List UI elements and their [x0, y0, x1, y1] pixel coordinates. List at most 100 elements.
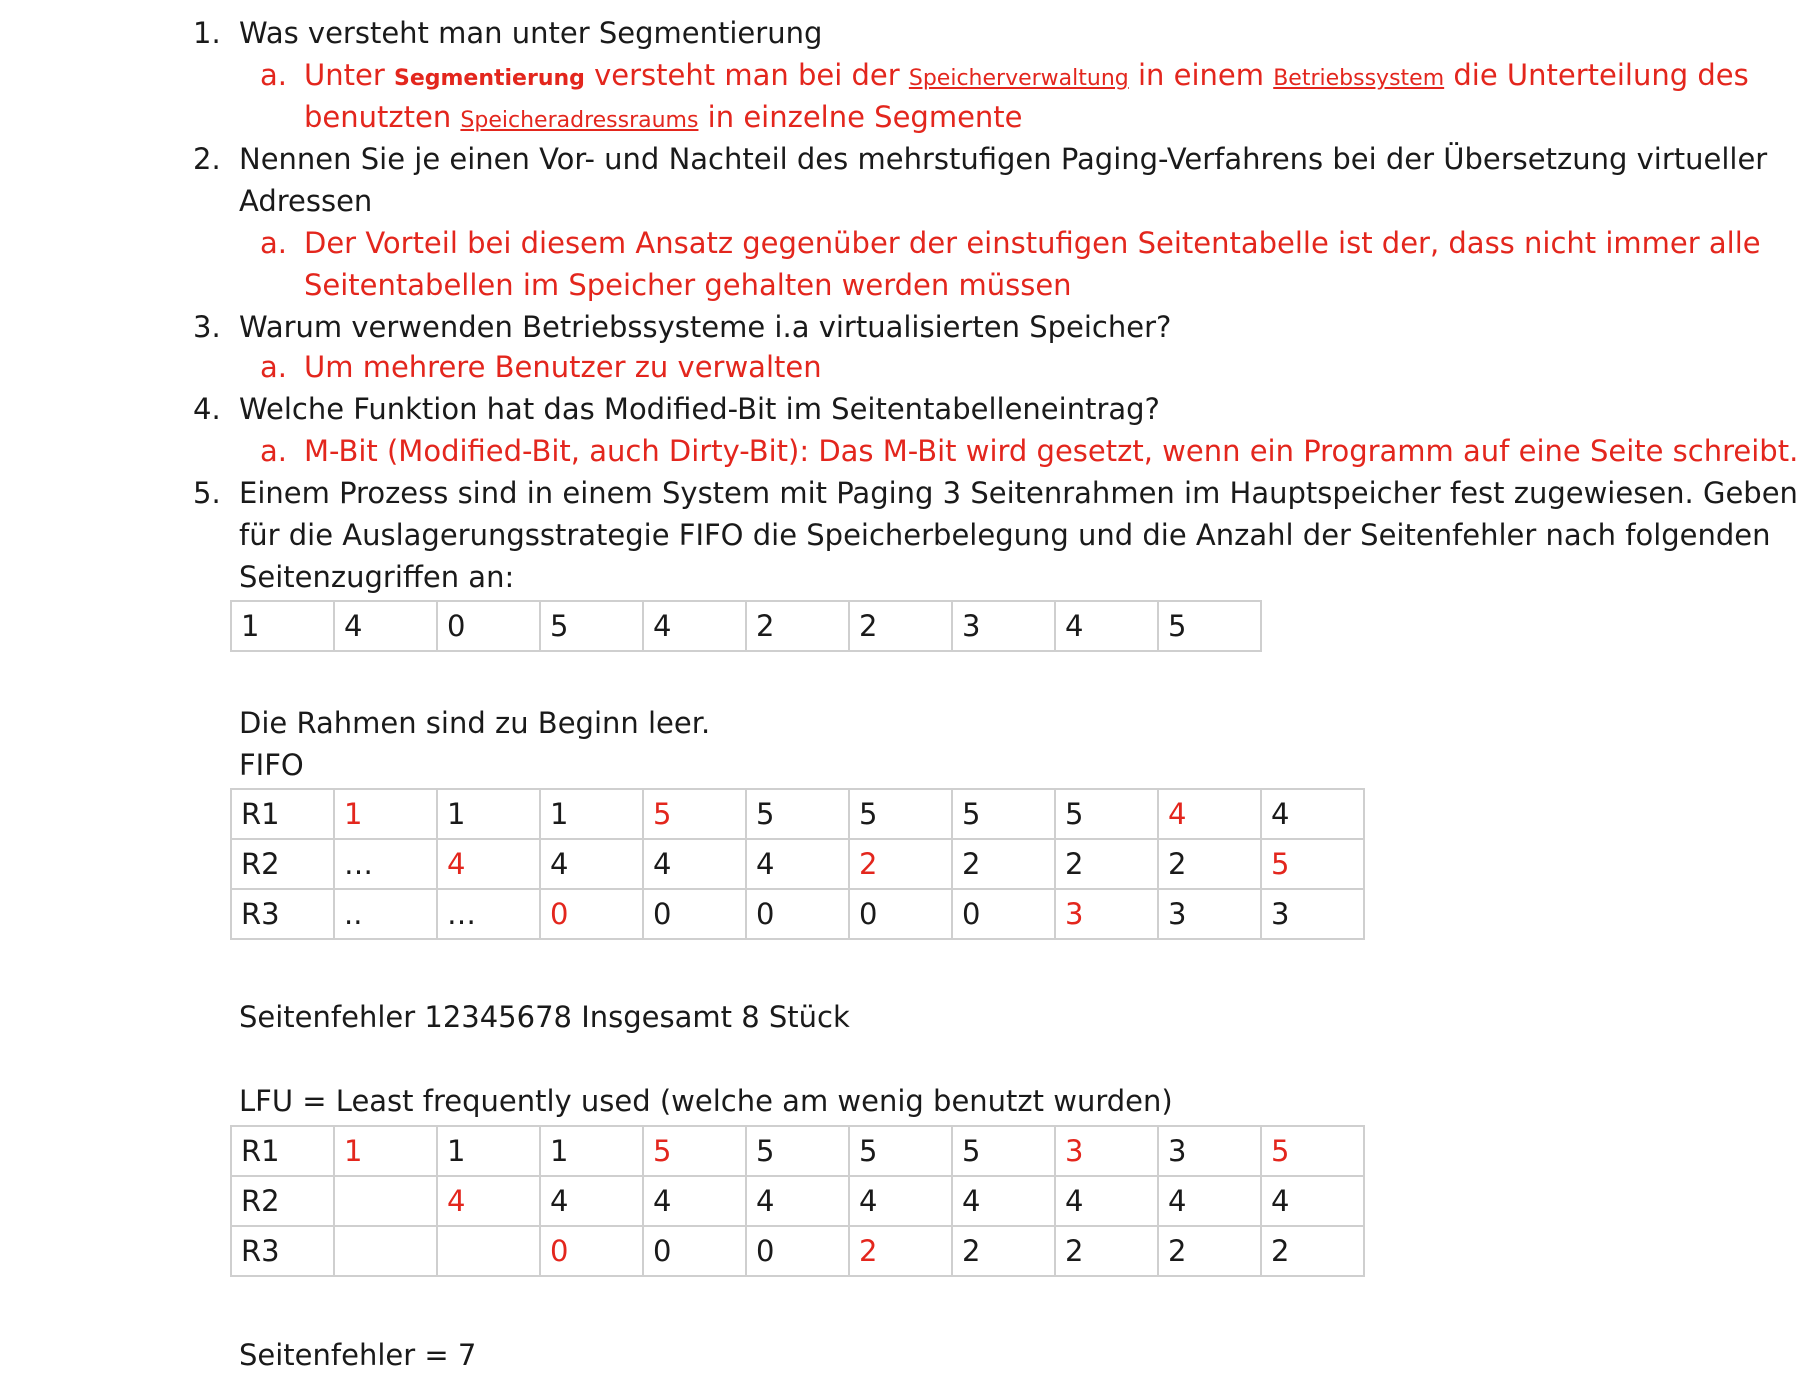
answer-line-2: Seitentabellen im Speicher gehalten werd… [304, 268, 1072, 302]
frame-row: R1 1 1 1 5 5 5 5 5 4 4 [230, 788, 1365, 840]
question-text-line-2: für die Auslagerungsstrategie FIFO die S… [239, 518, 1771, 552]
answer-text: die Unterteilung des [1444, 58, 1749, 92]
frame-cell: 3 [1054, 1125, 1159, 1177]
frame-cell: .. [333, 888, 438, 940]
access-sequence-cell: 5 [539, 600, 644, 652]
frame-cell: 2 [1054, 838, 1159, 890]
frame-cell: 2 [951, 1225, 1056, 1277]
frame-cell: … [436, 888, 541, 940]
question-number: 4. [193, 392, 221, 426]
question-text-line-1: Einem Prozess sind in einem System mit P… [239, 476, 1800, 510]
frame-cell: 2 [951, 838, 1056, 890]
access-sequence-row: 1405422345 [230, 600, 1262, 652]
frame-cell: 0 [642, 1225, 747, 1277]
frame-row: R3 0 0 0 2 2 2 2 2 [230, 1225, 1365, 1277]
frame-cell: 4 [642, 838, 747, 890]
answer-line-2: benutzten Speicheradressraums in einzeln… [304, 96, 1023, 142]
access-sequence-cell: 3 [951, 600, 1056, 652]
frame-cell: 5 [642, 1125, 747, 1177]
frame-cell [436, 1225, 541, 1277]
frame-cell [333, 1225, 438, 1277]
question-number: 3. [193, 310, 221, 344]
fifo-label: FIFO [239, 748, 304, 782]
frame-cell: 4 [436, 838, 541, 890]
frame-row: R3..… 0 0 0 0 0 3 3 3 [230, 888, 1365, 940]
frame-cell: 1 [539, 1125, 644, 1177]
access-sequence-cell: 0 [436, 600, 541, 652]
frame-cell: 5 [745, 1125, 850, 1177]
answer-label: a. [260, 58, 287, 92]
question-text: Welche Funktion hat das Modified-Bit im … [239, 392, 1160, 426]
frame-cell: 3 [1157, 1125, 1262, 1177]
question-number: 1. [193, 16, 221, 50]
frame-cell: 4 [1157, 1175, 1262, 1227]
frame-cell [333, 1175, 438, 1227]
answer-link[interactable]: Speicherverwaltung [909, 66, 1129, 91]
frame-cell: 2 [1157, 1225, 1262, 1277]
frame-cell: 2 [1260, 1225, 1365, 1277]
frame-cell: 2 [848, 838, 953, 890]
frame-row: R2 4 4 4 4 4 4 4 4 4 [230, 1175, 1365, 1227]
fifo-frame-table: R1 1 1 1 5 5 5 5 5 4 4 R2… 4 4 4 4 2 2 2 2 5 R3..… 0 0 0 0 0 3 3 3 [230, 788, 1365, 940]
access-sequence-cell: 4 [333, 600, 438, 652]
lfu-frame-table: R1 1 1 1 5 5 5 5 3 3 5 R2 4 4 4 4 4 4 4 4 4 R3 0 0 0 2 2 2 2 2 [230, 1125, 1365, 1277]
question-number: 5. [193, 476, 221, 510]
frame-cell: 1 [436, 1125, 541, 1177]
frame-cell: 5 [1260, 1125, 1365, 1177]
frame-cell: 4 [1054, 1175, 1159, 1227]
frame-row: R2… 4 4 4 4 2 2 2 2 5 [230, 838, 1365, 890]
document-page: 1. Was versteht man unter Segmentierung … [0, 0, 1800, 1394]
empty-frames-note: Die Rahmen sind zu Beginn leer. [239, 706, 711, 740]
frame-cell: 0 [642, 888, 747, 940]
frame-cell: 0 [745, 888, 850, 940]
answer-link[interactable]: Betriebssystem [1273, 66, 1444, 91]
frame-cell: 5 [1260, 838, 1365, 890]
answer-text: Unter [304, 58, 394, 92]
frame-cell: 5 [848, 1125, 953, 1177]
frame-cell: 5 [1054, 788, 1159, 840]
answer-text: versteht man bei der [584, 58, 909, 92]
frame-cell: 4 [539, 1175, 644, 1227]
question-number: 2. [193, 142, 221, 176]
frame-cell: 4 [951, 1175, 1056, 1227]
fifo-page-faults: Seitenfehler 12345678 Insgesamt 8 Stück [239, 1000, 850, 1034]
access-sequence-cell: 4 [1054, 600, 1159, 652]
answer-line-1: Unter Segmentierung versteht man bei der… [304, 54, 1749, 100]
frame-cell: 2 [1054, 1225, 1159, 1277]
frame-cell: 1 [333, 1125, 438, 1177]
answer-text: benutzten [304, 100, 461, 134]
frame-cell: 1 [436, 788, 541, 840]
answer-text: Um mehrere Benutzer zu verwalten [304, 350, 822, 384]
frame-cell: … [333, 838, 438, 890]
frame-label-cell: R2 [230, 838, 335, 890]
frame-cell: 5 [642, 788, 747, 840]
access-sequence-table: 1405422345 [230, 600, 1262, 652]
access-sequence-cell: 4 [642, 600, 747, 652]
frame-cell: 3 [1260, 888, 1365, 940]
frame-cell: 4 [1260, 788, 1365, 840]
frame-label-cell: R1 [230, 1125, 335, 1177]
frame-row: R1 1 1 1 5 5 5 5 3 3 5 [230, 1125, 1365, 1177]
answer-label: a. [260, 434, 287, 468]
answer-text: M-Bit (Modified-Bit, auch Dirty-Bit): Da… [304, 434, 1799, 468]
answer-label: a. [260, 350, 287, 384]
access-sequence-cell: 5 [1157, 600, 1262, 652]
frame-cell: 2 [1157, 838, 1262, 890]
frame-label-cell: R3 [230, 1225, 335, 1277]
question-text-line-3: Seitenzugriffen an: [239, 560, 515, 594]
frame-cell: 5 [951, 788, 1056, 840]
access-sequence-cell: 2 [848, 600, 953, 652]
frame-cell: 2 [848, 1225, 953, 1277]
frame-cell: 0 [951, 888, 1056, 940]
question-text: Warum verwenden Betriebssysteme i.a virt… [239, 310, 1172, 344]
frame-cell: 5 [745, 788, 850, 840]
answer-line-1: Der Vorteil bei diesem Ansatz gegenüber … [304, 226, 1761, 260]
frame-cell: 5 [848, 788, 953, 840]
frame-cell: 3 [1157, 888, 1262, 940]
question-text-line-1: Nennen Sie je einen Vor- und Nachteil de… [239, 142, 1768, 176]
frame-cell: 5 [951, 1125, 1056, 1177]
answer-link[interactable]: Speicheradressraums [460, 108, 698, 133]
question-text-line-2: Adressen [239, 184, 373, 218]
question-text: Was versteht man unter Segmentierung [239, 16, 823, 50]
frame-cell: 4 [848, 1175, 953, 1227]
